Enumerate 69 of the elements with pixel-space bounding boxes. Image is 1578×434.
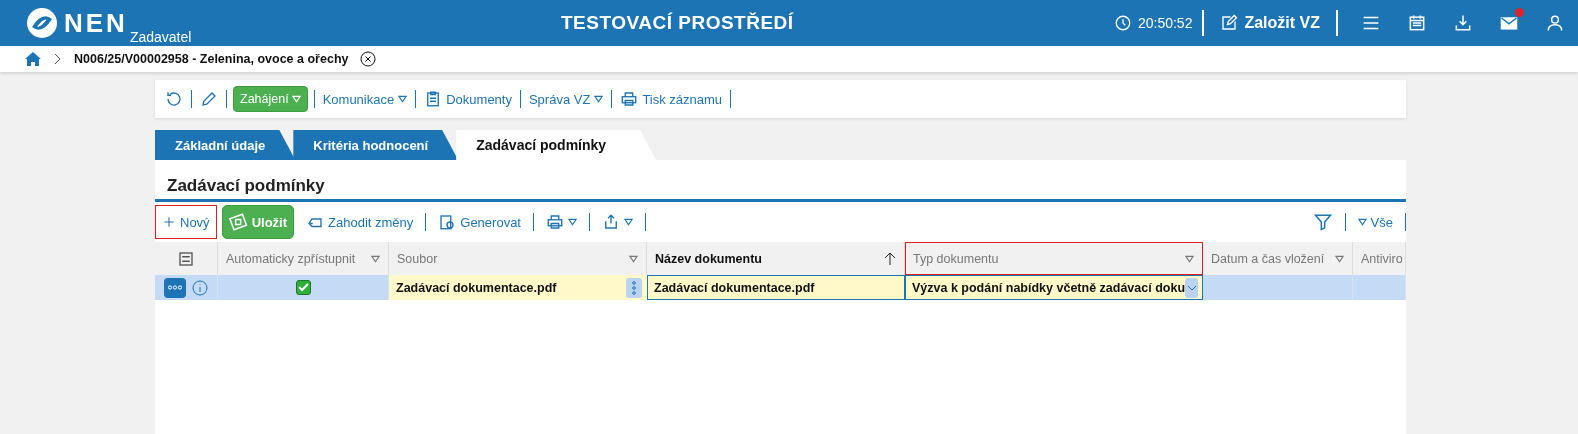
plus-icon: [162, 215, 176, 229]
row-menu-button[interactable]: [164, 277, 186, 298]
home-icon[interactable]: [24, 51, 42, 67]
clock-icon: [1113, 14, 1132, 32]
generate-button[interactable]: Generovat: [431, 205, 528, 239]
column-header[interactable]: Datum a čas vložení: [1203, 242, 1353, 275]
kebab-icon: [632, 280, 636, 295]
section-title: Zadávací podmínky: [155, 160, 1406, 202]
caret-icon: [629, 254, 638, 263]
column-settings-header[interactable]: [155, 242, 218, 275]
checkbox[interactable]: [295, 280, 311, 295]
check-icon: [297, 283, 309, 292]
caret-icon: [1357, 218, 1367, 226]
logo-text: NEN: [64, 8, 128, 39]
menu-link[interactable]: Tisk záznamu: [618, 90, 725, 108]
column-header[interactable]: Typ dokumentu: [905, 242, 1203, 275]
save-button[interactable]: Uložit: [221, 205, 294, 239]
caret-icon: [624, 218, 633, 226]
filter-icon: [1312, 212, 1333, 232]
refresh-icon: [165, 90, 183, 108]
download-icon: [1453, 13, 1473, 33]
sort-arrow-icon: [884, 251, 896, 266]
table-cell: [1353, 275, 1406, 300]
caret-icon: [371, 254, 380, 263]
tab[interactable]: Zadávací podmínky: [456, 130, 657, 160]
printer-icon: [546, 213, 564, 231]
user-icon: [1545, 13, 1565, 33]
chevron-down-icon: [1186, 284, 1197, 291]
create-button[interactable]: Založit VZ: [1214, 13, 1326, 33]
caret-icon: [568, 218, 577, 226]
new-button[interactable]: Nový: [155, 205, 217, 239]
logo-subtitle: Zadavatel: [129, 29, 192, 45]
chevron-icon: [54, 53, 62, 65]
column-header[interactable]: Soubor: [389, 242, 647, 275]
pencil-icon: [200, 90, 218, 108]
environment-title: TESTOVACÍ PROSTŘEDÍ: [560, 12, 795, 34]
floppy-icon: [228, 212, 249, 232]
menu-link[interactable]: Správa VZ: [526, 91, 606, 107]
logo-icon: [26, 7, 58, 39]
breadcrumb-title: N006/25/V00002958 - Zelenina, ovoce a ořechy: [74, 52, 349, 66]
info-icon[interactable]: [192, 279, 208, 296]
tab[interactable]: Kritéria hodnocení: [293, 130, 459, 160]
caret-icon: [398, 95, 408, 103]
column-header[interactable]: Automaticky zpřístupnit: [218, 242, 389, 275]
file-menu-button[interactable]: [626, 277, 642, 298]
caret-icon: [594, 95, 604, 103]
share-icon: [602, 213, 620, 231]
edit-icon: [1220, 14, 1239, 32]
discard-button[interactable]: Zahodit změny: [299, 205, 421, 239]
name-field[interactable]: Zadávací dokumentace.pdf: [647, 275, 905, 300]
file-field[interactable]: Zadávací dokumentace.pdf: [389, 275, 647, 300]
more-icon: [168, 285, 182, 290]
dropdown-button[interactable]: [1185, 277, 1198, 298]
sliders-icon: [177, 249, 195, 268]
column-header[interactable]: Název dokumentu: [647, 242, 905, 275]
calendar-icon: [1407, 13, 1427, 33]
caret-icon: [291, 95, 301, 103]
tab[interactable]: Základní údaje: [155, 130, 296, 160]
caret-icon: [1185, 254, 1194, 263]
column-header[interactable]: Antiviro: [1353, 242, 1406, 275]
menu-link[interactable]: Komunikace: [320, 91, 410, 107]
type-dropdown[interactable]: Výzva k podání nabídky včetně zadávací doku: [905, 275, 1203, 300]
view-all-button[interactable]: Vše: [1350, 205, 1400, 239]
close-icon[interactable]: [360, 51, 377, 67]
clock-time: 20:50:52: [1137, 15, 1193, 31]
caret-icon: [1335, 254, 1344, 263]
menu-link[interactable]: Dokumenty: [422, 90, 514, 108]
menu-button[interactable]: Zahájení: [233, 86, 308, 112]
printer-icon: [620, 90, 639, 108]
